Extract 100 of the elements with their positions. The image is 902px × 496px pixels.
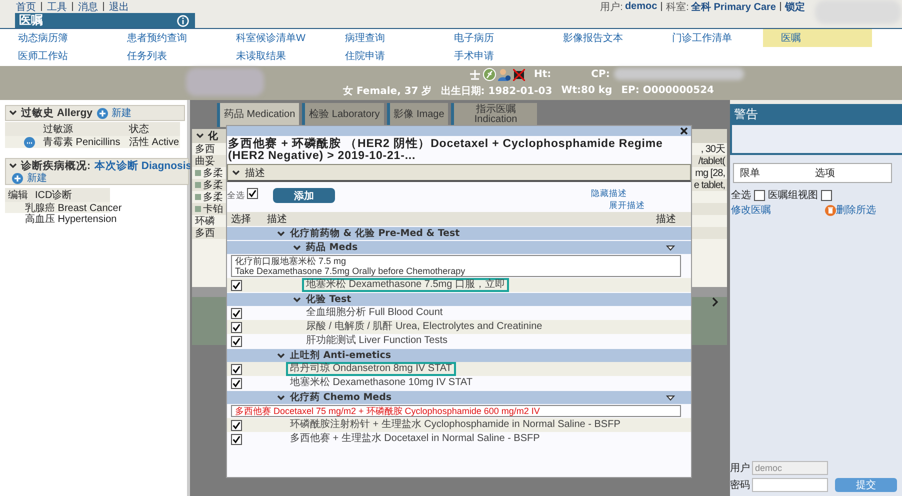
lock-link[interactable]: 锁定: [785, 0, 805, 14]
order-item[interactable]: 全血细胞分析 Full Blood Count: [302, 306, 447, 320]
dialog-title: 多西他赛 + 环磷酰胺 （HER2 阴性）Docetaxel + Cyclophosphamide Regime (HER2 Negative) > 2019-10-21-...: [227, 136, 664, 164]
nav-link[interactable]: 病理查询: [327, 29, 436, 47]
field-label: 用户: [730, 462, 751, 475]
dept-label: 科室:: [666, 0, 689, 14]
nav-link[interactable]: 门诊工作清单: [654, 29, 763, 47]
new-link[interactable]: 新建: [112, 106, 132, 120]
checkbox[interactable]: [247, 188, 258, 199]
chevron-right-icon[interactable]: [712, 297, 719, 307]
group-row[interactable]: 化疗药 Chemo Meds: [227, 391, 691, 404]
table-cell-text: 乳腺癌 Breast Cancer: [25, 202, 122, 214]
chevron-down-icon[interactable]: [9, 110, 17, 116]
order-item[interactable]: 昂丹司琼 Ondansetron 8mg IV STAT: [286, 362, 456, 376]
trash-icon[interactable]: [825, 204, 836, 216]
list-text: /tablet(: [698, 156, 725, 166]
chevron-down-icon[interactable]: [293, 296, 301, 302]
chevron-down-icon[interactable]: [9, 163, 17, 169]
nav-link[interactable]: 科室候诊清单W: [218, 29, 327, 47]
order-item[interactable]: 多西他赛 + 生理盐水 Docetaxel in Normal Saline - BSFP: [286, 432, 544, 446]
column-header: ICD诊断: [35, 188, 72, 202]
top-link[interactable]: 首页: [16, 0, 36, 14]
column-header: 编辑: [8, 188, 29, 202]
tab[interactable]: 药品 Medication: [217, 103, 300, 127]
password-field[interactable]: [752, 478, 828, 492]
chevron-down-icon[interactable]: [277, 230, 285, 236]
checkbox[interactable]: [754, 190, 765, 200]
tab[interactable]: 检验 Laboratory: [302, 103, 384, 127]
checkbox[interactable]: [231, 420, 242, 430]
patient-detail: Wt:80 kg: [561, 85, 612, 96]
table-cell-text: 活性 Active: [129, 136, 180, 149]
group-row[interactable]: 化疗前药物 & 化验 Pre-Med & Test: [227, 227, 691, 240]
nav-link[interactable]: 任务列表: [109, 47, 218, 65]
list-text: 多西: [195, 143, 215, 156]
nav-link[interactable]: 电子病历: [436, 29, 545, 47]
delete-selected-link[interactable]: 删除所选: [836, 203, 876, 217]
tab[interactable]: 影像 Image: [386, 103, 448, 127]
checkbox[interactable]: [231, 308, 242, 318]
add-icon[interactable]: [12, 172, 23, 184]
chevron-down-icon[interactable]: [277, 394, 285, 400]
hide-description-link[interactable]: 隐藏描述: [591, 188, 645, 200]
add-icon[interactable]: [96, 108, 108, 118]
triangle-down-icon[interactable]: [666, 394, 675, 400]
patient-detail: 女 Female, 37 岁: [343, 84, 432, 98]
column-header: 限单: [740, 166, 761, 180]
group-label: 药品 Meds: [306, 241, 358, 254]
top-link[interactable]: 消息: [78, 0, 98, 14]
column-header: 过敏源: [43, 122, 74, 136]
diagnosis-link[interactable]: 本次诊断 Diagnosis: [94, 159, 192, 173]
list-text: 环磷: [195, 214, 215, 228]
order-item[interactable]: 地塞米松 Dexamethasone 7.5mg 口服，立即: [302, 278, 509, 292]
nav-link[interactable]: 影像报告文本: [545, 29, 654, 47]
checkbox[interactable]: [231, 364, 242, 374]
column-header: 描述: [656, 212, 676, 226]
nav-link[interactable]: 医师工作站: [0, 47, 109, 65]
edit-order-link[interactable]: 修改医嘱: [731, 203, 771, 217]
group-row[interactable]: 药品 Meds: [227, 241, 691, 254]
column-header: 状态: [129, 122, 149, 136]
note-box: 多西他赛 Docetaxel 75 mg/m2 + 环磷酰胺 Cyclophosphamide 600 mg/m2 IV: [231, 405, 681, 417]
group-row[interactable]: 化验 Test: [227, 293, 691, 306]
dept-name: 全科 Primary Care: [690, 0, 776, 14]
chevron-down-icon[interactable]: [196, 133, 204, 139]
checkbox[interactable]: [821, 190, 832, 200]
section-title: 诊断疾病概况:: [21, 159, 90, 172]
group-label: 止吐剂 Anti-emetics: [290, 349, 392, 362]
top-link[interactable]: 工具: [47, 0, 67, 14]
chevron-down-icon[interactable]: [232, 170, 240, 176]
section-title: 描述: [245, 166, 265, 180]
blocked-icon: [513, 68, 525, 80]
expand-description-link[interactable]: 展开描述: [609, 200, 645, 212]
nav-link[interactable]: 医嘱: [763, 29, 872, 47]
nav-link[interactable]: 动态病历簿: [0, 29, 109, 47]
checkbox-label: 全选: [227, 190, 245, 202]
chevron-down-icon[interactable]: [293, 244, 301, 250]
nav-link[interactable]: 患者预约查询: [109, 29, 218, 47]
checkbox[interactable]: [231, 336, 242, 346]
group-row[interactable]: 止吐剂 Anti-emetics: [227, 349, 691, 362]
checkbox[interactable]: [231, 280, 242, 290]
list-text: 多西: [195, 227, 215, 240]
top-link[interactable]: 退出: [109, 0, 129, 14]
order-item[interactable]: 地塞米松 Dexamethasone 10mg IV STAT: [286, 376, 476, 390]
order-item[interactable]: 肝功能测试 Liver Function Tests: [302, 334, 452, 348]
cp-label: CP:: [591, 69, 610, 80]
nav-link[interactable]: 手术申请: [436, 47, 545, 65]
checkbox[interactable]: [231, 322, 242, 332]
info-icon[interactable]: [177, 14, 189, 26]
chevron-down-icon[interactable]: [277, 352, 285, 358]
triangle-down-icon[interactable]: [666, 244, 675, 250]
checkbox[interactable]: [231, 378, 242, 388]
new-link[interactable]: 新建: [27, 171, 47, 185]
add-button[interactable]: 添加: [273, 188, 335, 203]
list-text: 多柔: [203, 190, 223, 204]
nav-link[interactable]: 未读取结果: [218, 47, 327, 65]
group-label: 化验 Test: [306, 293, 352, 306]
close-icon[interactable]: [680, 127, 688, 135]
page-title: 医嘱: [19, 12, 43, 29]
nav-link[interactable]: 住院申请: [327, 47, 436, 65]
section-title: 过敏史 Allergy: [21, 106, 93, 120]
checkbox[interactable]: [231, 434, 242, 444]
tab[interactable]: 指示医嘱 Indication: [451, 103, 538, 127]
